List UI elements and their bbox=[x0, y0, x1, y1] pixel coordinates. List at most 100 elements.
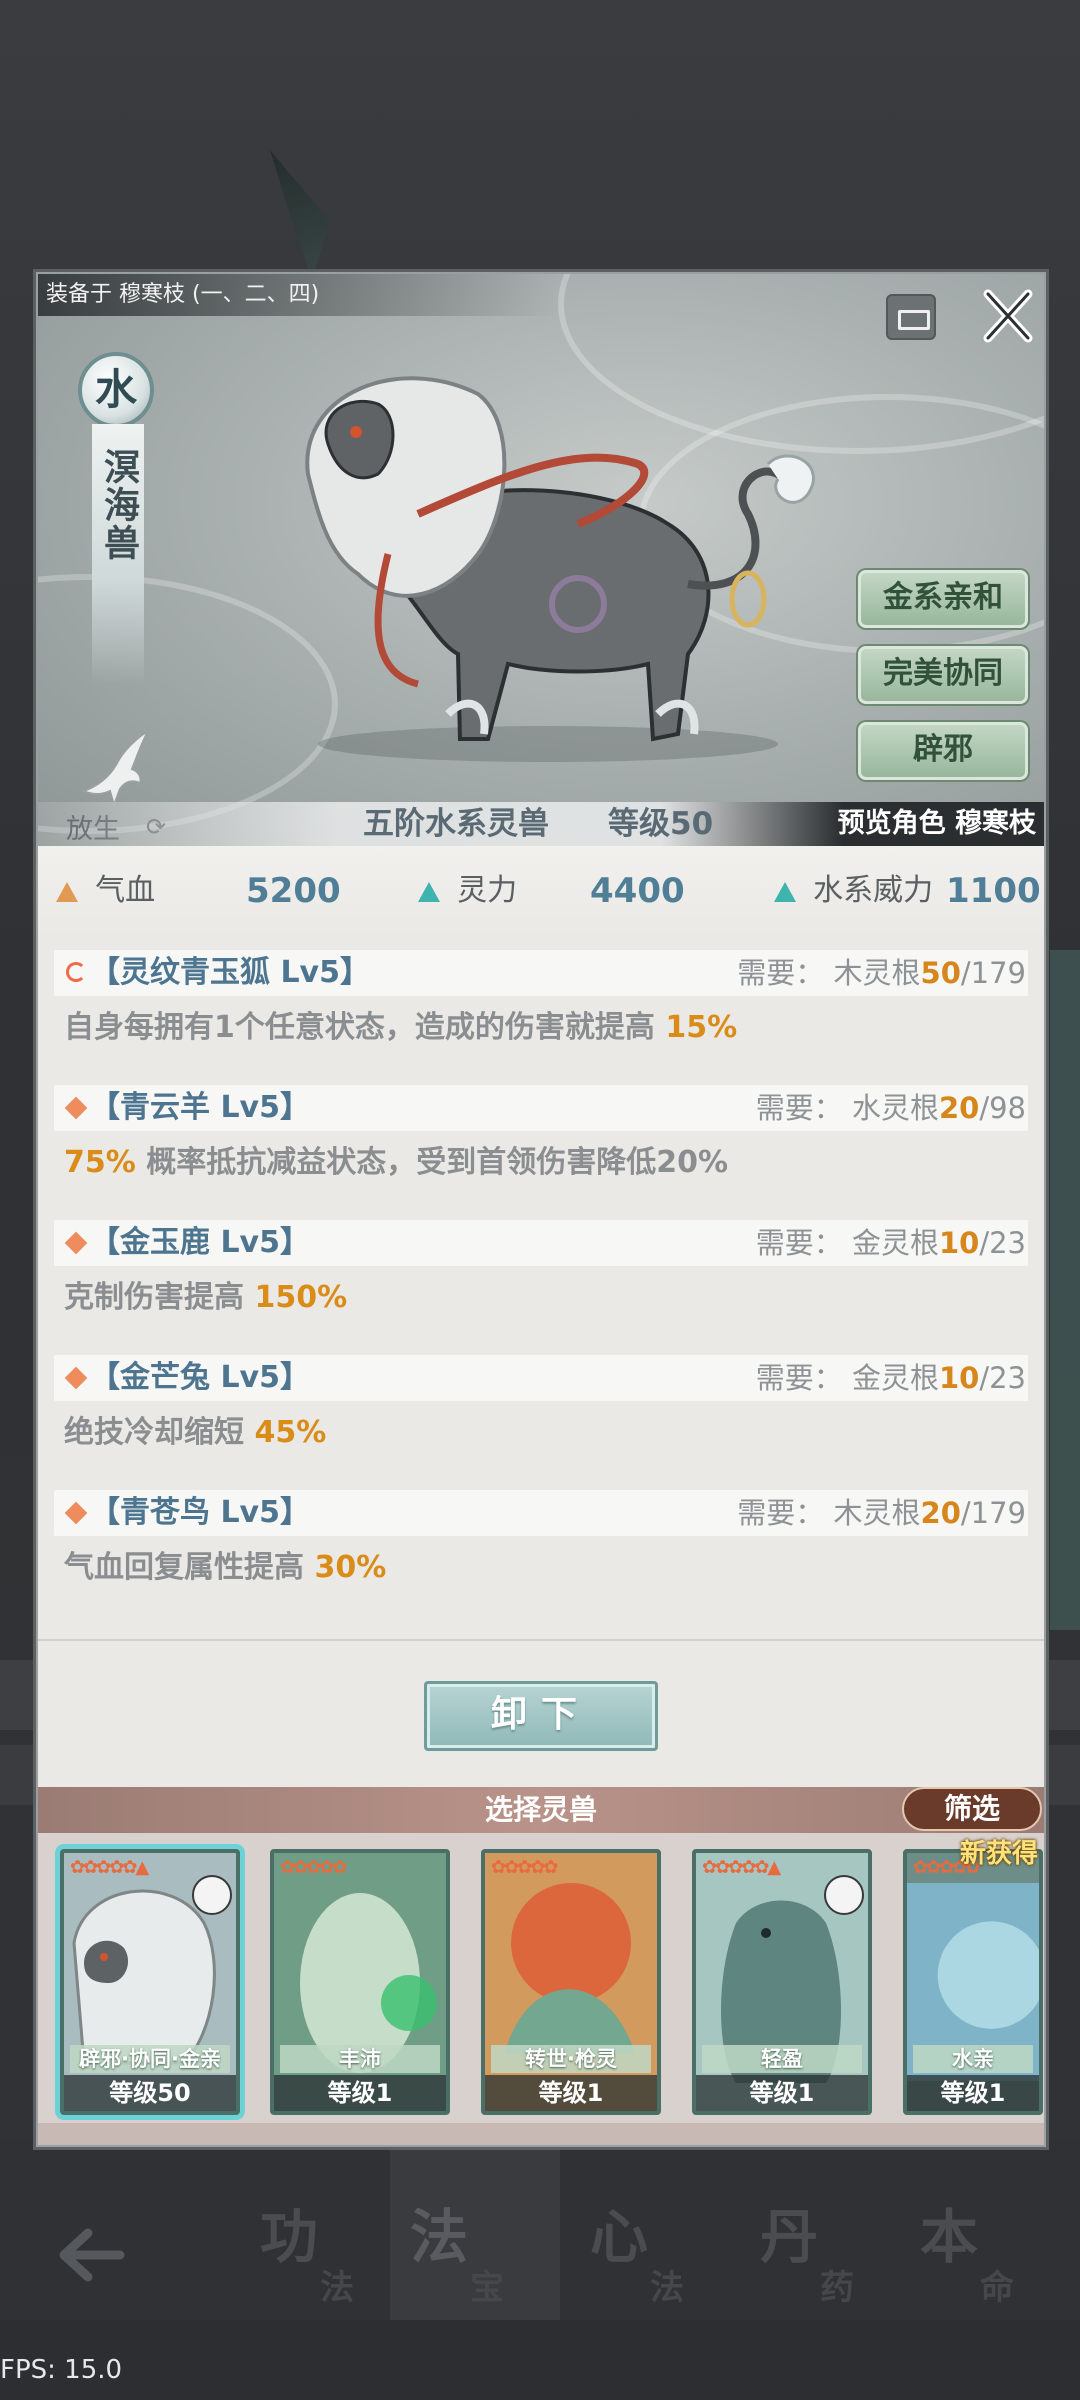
stat-hp: 气血 5200 bbox=[56, 846, 356, 936]
nav-tab-gongfa[interactable]: 功 法 bbox=[240, 2190, 410, 2320]
equipped-character-avatar bbox=[192, 1875, 232, 1915]
select-beast-title: 选择灵兽 bbox=[484, 1793, 597, 1826]
skill-entry[interactable]: 【青苍鸟 Lv5】 需要： 木灵根20/179 气血回复属性提高 30% bbox=[54, 1490, 1028, 1592]
select-beast-header: 选择灵兽 筛选 bbox=[38, 1787, 1044, 1833]
skill-entry[interactable]: 【青云羊 Lv5】 需要： 水灵根20/98 75% 概率抵抗减益状态，受到首领… bbox=[54, 1085, 1028, 1187]
skill-description: 自身每拥有1个任意状态，造成的伤害就提高 15% bbox=[64, 1010, 738, 1045]
cycle-icon bbox=[66, 962, 86, 982]
card-level: 等级1 bbox=[907, 2075, 1039, 2111]
background-panel-edge bbox=[1050, 950, 1080, 1630]
beast-level: 等级50 bbox=[608, 806, 714, 842]
nav-tab-xinfa[interactable]: 心 法 bbox=[570, 2190, 740, 2320]
skill-name: 【金芒兔 Lv5】 bbox=[90, 1360, 310, 1395]
nav-tab-fabao[interactable]: 法 宝 bbox=[390, 2140, 560, 2320]
nav-tab-sublabel: 宝 bbox=[470, 2268, 504, 2308]
equipped-info: 装备于 穆寒枝 (一、二、四) bbox=[38, 274, 558, 316]
skill-entry[interactable]: 【金玉鹿 Lv5】 需要： 金灵根10/23 克制伤害提高 150% bbox=[54, 1220, 1028, 1322]
triangle-up-icon bbox=[56, 881, 78, 902]
stat-label: 水系威力 bbox=[813, 873, 934, 908]
stat-label: 气血 bbox=[95, 873, 156, 908]
card-rarity: ✿✿✿✿✿▲ bbox=[70, 1857, 149, 1878]
skill-requirement: 需要： 金灵根10/23 bbox=[755, 1226, 1026, 1260]
stat-water-power: 水系威力 1100 bbox=[774, 846, 1044, 936]
bird-icon bbox=[81, 729, 150, 807]
unequip-button[interactable]: 卸下 bbox=[424, 1681, 658, 1751]
new-badge: 新获得 bbox=[959, 1839, 1038, 1869]
skill-description: 绝技冷却缩短 45% bbox=[64, 1415, 327, 1450]
diamond-icon bbox=[64, 1096, 88, 1120]
lion-beast-illustration bbox=[305, 376, 815, 762]
nav-tab-label: 本 bbox=[920, 2203, 979, 2271]
fps-counter: FPS: 15.0 bbox=[0, 2355, 123, 2385]
beast-card[interactable]: ✿✿✿✿✿ 丰沛 等级1 bbox=[270, 1849, 450, 2115]
beast-rank: 五阶水系灵兽 bbox=[363, 806, 549, 842]
skill-entry[interactable]: 【灵纹青玉狐 Lv5】 需要： 木灵根50/179 自身每拥有1个任意状态，造成… bbox=[54, 950, 1028, 1052]
nav-tab-danyao[interactable]: 丹 药 bbox=[740, 2190, 910, 2320]
skill-name: 【金玉鹿 Lv5】 bbox=[90, 1225, 310, 1260]
nav-tab-sublabel: 药 bbox=[820, 2268, 854, 2308]
card-level: 等级1 bbox=[485, 2075, 657, 2111]
skill-name: 【灵纹青玉狐 Lv5】 bbox=[90, 955, 370, 990]
beast-name: 溟海兽 bbox=[98, 448, 139, 562]
stat-value: 1100 bbox=[946, 871, 1041, 911]
card-traits: 转世·枪灵 bbox=[491, 2045, 651, 2073]
card-traits: 丰沛 bbox=[280, 2045, 440, 2073]
card-traits: 轻盈 bbox=[702, 2045, 862, 2073]
filter-button[interactable]: 筛选 bbox=[902, 1787, 1042, 1831]
beast-card[interactable]: ✿✿✿✿✿ 转世·枪灵 等级1 bbox=[481, 1849, 661, 2115]
storage-box-icon[interactable] bbox=[886, 294, 936, 340]
stat-label: 灵力 bbox=[457, 873, 518, 908]
skill-description: 75% 概率抵抗减益状态，受到首领伤害降低20% bbox=[64, 1145, 729, 1180]
nav-tab-benming[interactable]: 本 命 bbox=[900, 2190, 1070, 2320]
skill-requirement: 需要： 金灵根10/23 bbox=[755, 1361, 1026, 1395]
card-rarity: ✿✿✿✿✿▲ bbox=[702, 1857, 781, 1878]
card-traits: 辟邪·协同·金亲 bbox=[70, 2045, 230, 2073]
beast-hero: 装备于 穆寒枝 (一、二、四) 水 溟海兽 金系亲和 完美协同 辟邪 五阶水系灵… bbox=[38, 274, 1044, 846]
preview-character-button[interactable]: 预览角色 穆寒枝 bbox=[838, 802, 1036, 846]
trait-badge[interactable]: 完美协同 bbox=[858, 646, 1028, 704]
stat-value: 5200 bbox=[246, 871, 341, 911]
back-arrow-icon[interactable] bbox=[50, 2215, 130, 2295]
nav-tab-sublabel: 命 bbox=[980, 2268, 1014, 2308]
skill-entry[interactable]: 【金芒兔 Lv5】 需要： 金灵根10/23 绝技冷却缩短 45% bbox=[54, 1355, 1028, 1457]
skill-requirement: 需要： 木灵根20/179 bbox=[737, 1496, 1026, 1530]
diamond-icon bbox=[64, 1366, 88, 1390]
skill-name: 【青云羊 Lv5】 bbox=[90, 1090, 310, 1125]
water-element-badge: 水 bbox=[78, 352, 154, 428]
card-traits: 水亲 bbox=[913, 2045, 1033, 2073]
beast-name-banner: 溟海兽 bbox=[92, 424, 144, 684]
stat-spirit: 灵力 4400 bbox=[418, 846, 718, 936]
triangle-up-icon bbox=[418, 881, 440, 902]
bottom-nav: 功 法 法 宝 心 法 丹 药 本 命 bbox=[0, 2140, 1080, 2320]
diamond-icon bbox=[64, 1501, 88, 1525]
card-rarity: ✿✿✿✿✿ bbox=[280, 1857, 347, 1878]
nav-tab-label: 法 bbox=[410, 2203, 469, 2271]
triangle-up-icon bbox=[774, 881, 796, 902]
close-icon[interactable] bbox=[978, 284, 1038, 348]
skill-requirement: 需要： 木灵根50/179 bbox=[737, 956, 1026, 990]
skill-description: 气血回复属性提高 30% bbox=[64, 1550, 387, 1585]
panel-bottom-strip bbox=[38, 2123, 1044, 2145]
beast-info-bar: 五阶水系灵兽 等级50 预览角色 穆寒枝 bbox=[38, 802, 1044, 846]
card-level: 等级1 bbox=[274, 2075, 446, 2111]
nav-tab-label: 心 bbox=[590, 2203, 649, 2271]
stats-row: 气血 5200 灵力 4400 水系威力 1100 bbox=[38, 846, 1044, 936]
skill-requirement: 需要： 水灵根20/98 bbox=[755, 1091, 1026, 1125]
divider bbox=[38, 1639, 1044, 1641]
nav-tab-label: 功 bbox=[260, 2203, 319, 2271]
skill-name: 【青苍鸟 Lv5】 bbox=[90, 1495, 310, 1530]
diamond-icon bbox=[64, 1231, 88, 1255]
card-rarity: ✿✿✿✿✿ bbox=[491, 1857, 558, 1878]
nav-tab-sublabel: 法 bbox=[650, 2268, 684, 2308]
beast-card[interactable]: ✿✿✿✿✿ 水亲 等级1 bbox=[903, 1849, 1043, 2115]
beast-card[interactable]: ✿✿✿✿✿▲ 辟邪·协同·金亲 等级50 bbox=[60, 1849, 240, 2115]
trait-badge[interactable]: 金系亲和 bbox=[858, 570, 1028, 628]
trait-badge[interactable]: 辟邪 bbox=[858, 722, 1028, 780]
equipped-character-avatar bbox=[824, 1875, 864, 1915]
skill-description: 克制伤害提高 150% bbox=[64, 1280, 348, 1315]
beast-card[interactable]: ✿✿✿✿✿▲ 轻盈 等级1 bbox=[692, 1849, 872, 2115]
card-level: 等级1 bbox=[696, 2075, 868, 2111]
card-level: 等级50 bbox=[64, 2075, 236, 2111]
nav-tab-label: 丹 bbox=[760, 2203, 819, 2271]
nav-tab-sublabel: 法 bbox=[320, 2268, 354, 2308]
